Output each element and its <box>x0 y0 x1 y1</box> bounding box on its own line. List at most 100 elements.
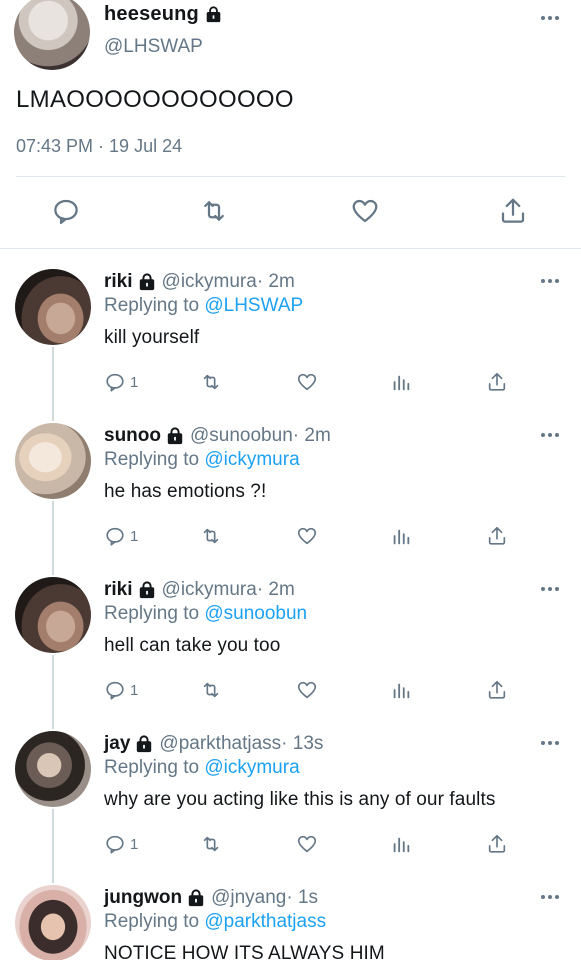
reply-icon <box>106 681 124 700</box>
replying-prefix: Replying to <box>104 295 205 316</box>
time: · 2m <box>256 271 295 292</box>
reply-actions: 1 <box>0 832 581 856</box>
replying-to: Replying to @ickymura <box>104 757 300 779</box>
reply-icon <box>106 373 124 392</box>
author-handle[interactable]: @LHSWAP <box>104 36 203 58</box>
reply-text: why are you acting like this is any of o… <box>104 789 496 810</box>
reply-icon <box>106 835 124 854</box>
analytics-icon[interactable] <box>390 524 412 548</box>
retweet-icon[interactable] <box>200 832 222 856</box>
reply-tweet[interactable]: riki @ickymura · 2m Replying to @sunoobu… <box>0 577 581 731</box>
avatar[interactable] <box>15 269 91 345</box>
handle[interactable]: @ickymura <box>162 579 257 601</box>
replying-to: Replying to @sunoobun <box>104 603 307 625</box>
like-icon[interactable] <box>296 678 318 702</box>
more-options-icon[interactable] <box>541 895 559 899</box>
reply-tweet[interactable]: jay @parkthatjass · 13s Replying to @ick… <box>0 731 581 885</box>
avatar[interactable] <box>15 577 91 653</box>
replying-prefix: Replying to <box>104 911 205 932</box>
reply-button[interactable]: 1 <box>104 370 138 394</box>
more-options-icon[interactable] <box>541 433 559 437</box>
avatar[interactable] <box>15 423 91 499</box>
retweet-icon[interactable] <box>200 524 222 548</box>
reply-actions: 1 <box>0 678 581 702</box>
lock-icon <box>187 889 205 907</box>
more-options-icon[interactable] <box>541 279 559 283</box>
lock-icon <box>138 581 156 599</box>
reply-button[interactable]: 1 <box>104 832 138 856</box>
avatar[interactable] <box>15 731 91 807</box>
handle[interactable]: @ickymura <box>162 271 257 293</box>
reply-count: 1 <box>130 373 139 391</box>
analytics-icon[interactable] <box>390 678 412 702</box>
reply-header: riki @ickymura · 2m <box>104 579 295 601</box>
reply-header: jay @parkthatjass · 13s <box>104 733 323 755</box>
time: · 2m <box>256 579 295 600</box>
analytics-icon[interactable] <box>390 370 412 394</box>
reply-icon <box>106 527 124 546</box>
author-name[interactable]: heeseung <box>104 3 222 26</box>
replying-prefix: Replying to <box>104 603 205 624</box>
like-icon[interactable] <box>350 196 380 226</box>
display-name: heeseung <box>104 3 199 25</box>
reply-button[interactable]: 1 <box>104 678 138 702</box>
reply-text: NOTICE HOW ITS ALWAYS HIM <box>104 943 385 960</box>
time: · 13s <box>281 733 324 754</box>
reply-tweet[interactable]: riki @ickymura · 2m Replying to @LHSWAP … <box>0 269 581 423</box>
display-name[interactable]: riki <box>104 271 133 293</box>
reply-actions: 1 <box>0 524 581 548</box>
more-options-icon[interactable] <box>541 587 559 591</box>
replying-to-link[interactable]: @sunoobun <box>204 603 307 624</box>
reply-actions: 1 <box>0 370 581 394</box>
divider <box>16 176 565 177</box>
time: · 2m <box>292 425 331 446</box>
reply-count: 1 <box>130 835 139 853</box>
reply-button[interactable]: 1 <box>104 524 138 548</box>
reply-icon[interactable] <box>51 196 81 226</box>
more-options-icon[interactable] <box>541 16 559 20</box>
replying-to: Replying to @parkthatjass <box>104 911 326 933</box>
replying-to-link[interactable]: @ickymura <box>204 757 299 778</box>
share-icon[interactable] <box>486 832 508 856</box>
share-icon[interactable] <box>486 678 508 702</box>
retweet-icon[interactable] <box>199 196 229 226</box>
handle[interactable]: @parkthatjass <box>159 733 281 755</box>
analytics-icon[interactable] <box>390 832 412 856</box>
reply-header: jungwon @jnyang · 1s <box>104 887 318 909</box>
reply-tweet[interactable]: jungwon @jnyang · 1s Replying to @parkth… <box>0 885 581 960</box>
display-name[interactable]: jay <box>104 733 130 755</box>
divider <box>0 248 581 249</box>
handle[interactable]: @jnyang <box>211 887 286 909</box>
reply-header: sunoo @sunoobun · 2m <box>104 425 331 447</box>
replying-to: Replying to @LHSWAP <box>104 295 303 317</box>
like-icon[interactable] <box>296 524 318 548</box>
handle[interactable]: @sunoobun <box>190 425 293 447</box>
replying-to-link[interactable]: @LHSWAP <box>204 295 303 316</box>
display-name[interactable]: riki <box>104 579 133 601</box>
more-options-icon[interactable] <box>541 741 559 745</box>
share-icon[interactable] <box>486 524 508 548</box>
lock-icon <box>138 273 156 291</box>
replying-to: Replying to @ickymura <box>104 449 300 471</box>
retweet-icon[interactable] <box>200 678 222 702</box>
replying-to-link[interactable]: @ickymura <box>204 449 299 470</box>
display-name[interactable]: sunoo <box>104 425 161 447</box>
avatar[interactable] <box>14 0 90 70</box>
lock-icon <box>135 735 153 753</box>
tweet-text: LMAOOOOOOOOOOOO <box>16 86 294 113</box>
replying-prefix: Replying to <box>104 449 205 470</box>
avatar[interactable] <box>15 885 91 960</box>
display-name[interactable]: jungwon <box>104 887 182 909</box>
lock-icon <box>166 427 184 445</box>
like-icon[interactable] <box>296 832 318 856</box>
tweet-timestamp[interactable]: 07:43 PM · 19 Jul 24 <box>16 136 182 157</box>
time: · 1s <box>286 887 319 908</box>
share-icon[interactable] <box>498 196 528 226</box>
replying-to-link[interactable]: @parkthatjass <box>204 911 326 932</box>
like-icon[interactable] <box>296 370 318 394</box>
reply-count: 1 <box>130 527 139 545</box>
reply-tweet[interactable]: sunoo @sunoobun · 2m Replying to @ickymu… <box>0 423 581 577</box>
share-icon[interactable] <box>486 370 508 394</box>
reply-header: riki @ickymura · 2m <box>104 271 295 293</box>
retweet-icon[interactable] <box>200 370 222 394</box>
